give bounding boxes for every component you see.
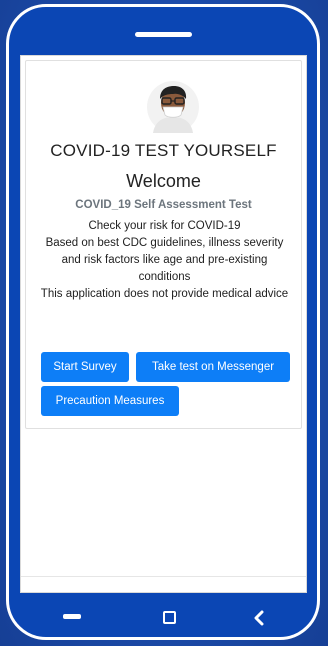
description-line: Based on best CDC guidelines, illness se… xyxy=(45,237,284,283)
content-card: COVID-19 TEST YOURSELF Welcome COVID_19 … xyxy=(25,60,302,429)
app-screen: COVID-19 TEST YOURSELF Welcome COVID_19 … xyxy=(20,55,307,593)
subtitle: COVID_19 Self Assessment Test xyxy=(75,199,252,211)
welcome-heading: Welcome xyxy=(126,171,201,191)
description-line: Check your risk for COVID-19 xyxy=(88,220,241,232)
description: Check your risk for COVID-19 Based on be… xyxy=(38,218,291,303)
precaution-measures-button[interactable]: Precaution Measures xyxy=(41,386,179,416)
phone-speaker xyxy=(135,32,192,37)
messenger-test-button[interactable]: Take test on Messenger xyxy=(136,352,290,382)
nav-home-icon[interactable] xyxy=(163,611,176,624)
divider xyxy=(21,576,306,577)
nav-recent-icon[interactable] xyxy=(252,610,266,626)
nav-back-icon[interactable] xyxy=(63,614,81,619)
description-line: This application does not provide medica… xyxy=(40,288,289,300)
app-title: COVID-19 TEST YOURSELF xyxy=(50,141,277,160)
start-survey-button[interactable]: Start Survey xyxy=(41,352,129,382)
doctor-avatar-icon xyxy=(147,81,199,133)
